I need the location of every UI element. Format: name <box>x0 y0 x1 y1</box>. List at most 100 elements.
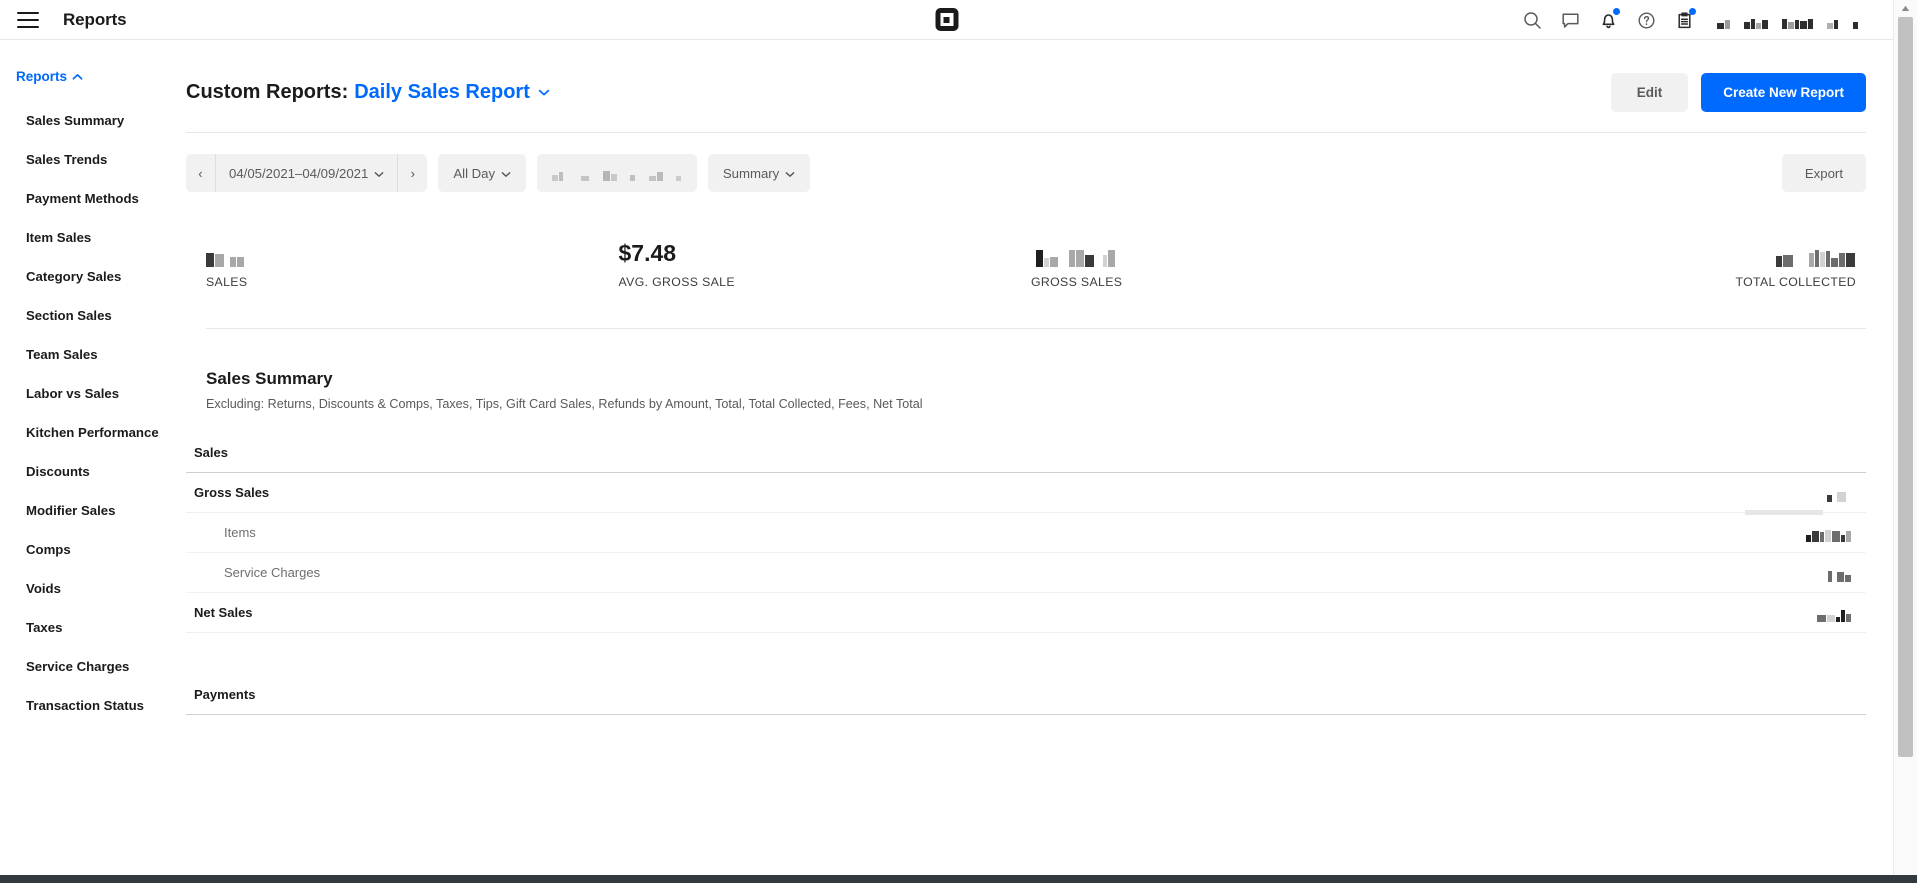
sidebar-item-list: Sales Summary Sales Trends Payment Methods… <box>0 101 186 725</box>
sidebar-item-label: Discounts <box>26 464 90 479</box>
redaction-blocks <box>552 166 682 181</box>
previous-date-range-button[interactable]: ‹ <box>186 154 215 192</box>
sales-summary-title: Sales Summary <box>206 369 333 388</box>
kpi-avg-gross-sale: $7.48 AVG. GROSS SALE <box>619 240 1032 289</box>
table-row[interactable]: Gross Sales <box>186 473 1866 515</box>
filter-toolbar: ‹ 04/05/2021–04/09/2021 › All Day Summar… <box>186 133 1893 192</box>
sidebar-item-sales-trends[interactable]: Sales Trends <box>0 140 186 179</box>
sidebar-section-reports[interactable]: Reports <box>0 69 186 84</box>
page-title-prefix: Custom Reports: <box>186 80 349 103</box>
sidebar-item-label: Modifier Sales <box>26 503 116 518</box>
kpi-label: AVG. GROSS SALE <box>618 275 735 289</box>
sidebar-item-kitchen-performance[interactable]: Kitchen Performance <box>0 413 186 452</box>
kpi-value <box>1444 240 1857 267</box>
date-range-selector[interactable]: 04/05/2021–04/09/2021 <box>215 154 399 192</box>
clipboard-icon[interactable] <box>1665 1 1703 39</box>
table-row-value <box>1828 564 1866 582</box>
sidebar-item-item-sales[interactable]: Item Sales <box>0 218 186 257</box>
sidebar-item-labor-vs-sales[interactable]: Labor vs Sales <box>0 374 186 413</box>
sidebar-item-voids[interactable]: Voids <box>0 569 186 608</box>
kpi-value <box>206 240 619 267</box>
create-new-report-button[interactable]: Create New Report <box>1701 72 1866 112</box>
kpi-value <box>1031 240 1444 267</box>
account-name-redacted[interactable] <box>1717 11 1859 29</box>
sidebar-item-payment-methods[interactable]: Payment Methods <box>0 179 186 218</box>
redaction-blocks <box>1817 604 1852 622</box>
kpi-label: SALES <box>206 275 248 289</box>
page-title: Custom Reports: Daily Sales Report <box>186 81 550 104</box>
table-row[interactable]: Sales <box>186 433 1866 473</box>
scrollbar-thumb[interactable] <box>1898 17 1913 757</box>
sidebar-item-category-sales[interactable]: Category Sales <box>0 257 186 296</box>
next-date-range-button[interactable]: › <box>398 154 427 192</box>
redaction-blocks <box>1717 11 1859 29</box>
table-row-label: Gross Sales <box>194 485 270 500</box>
sidebar-item-comps[interactable]: Comps <box>0 530 186 569</box>
kpi-gross-sales: GROSS SALES <box>1031 240 1444 289</box>
chevron-down-icon <box>785 166 795 181</box>
time-of-day-value: All Day <box>453 165 496 181</box>
top-bar-actions <box>1513 0 1893 40</box>
square-logo <box>935 8 958 31</box>
redaction-blocks <box>1776 240 1856 267</box>
table-row-spacer <box>186 633 1866 675</box>
help-circle-icon[interactable] <box>1627 1 1665 39</box>
table-row-label: Sales <box>194 445 228 460</box>
report-name-link[interactable]: Daily Sales Report <box>354 81 530 104</box>
sidebar-item-label: Labor vs Sales <box>26 386 120 401</box>
table-row[interactable]: Service Charges <box>186 553 1866 593</box>
message-icon[interactable] <box>1551 1 1589 39</box>
sales-summary-table: Sales Gross Sales Items Service Charges Net … <box>186 433 1866 715</box>
chevron-down-icon <box>374 166 384 181</box>
sidebar-item-label: Team Sales <box>26 347 98 362</box>
sidebar-item-label: Sales Summary <box>26 113 125 128</box>
hamburger-menu-icon[interactable] <box>17 11 39 28</box>
view-mode-value: Summary <box>722 165 780 181</box>
redaction-blocks <box>206 240 245 267</box>
sidebar-item-section-sales[interactable]: Section Sales <box>0 296 186 335</box>
edit-button[interactable]: Edit <box>1610 72 1689 112</box>
redaction-blocks <box>1828 564 1852 582</box>
table-row[interactable]: Items <box>186 513 1866 553</box>
sales-summary-header: Sales Summary Excluding: Returns, Discou… <box>186 329 1893 411</box>
view-mode-filter[interactable]: Summary <box>707 154 811 192</box>
export-button[interactable]: Export <box>1781 154 1866 192</box>
sidebar-item-service-charges[interactable]: Service Charges <box>0 647 186 686</box>
bell-icon[interactable] <box>1589 1 1627 39</box>
table-row[interactable]: Net Sales <box>186 593 1866 633</box>
redaction-blocks <box>1031 240 1116 267</box>
redaction-blocks <box>1806 524 1852 542</box>
sidebar-item-label: Comps <box>26 542 71 557</box>
sidebar-item-modifier-sales[interactable]: Modifier Sales <box>0 491 186 530</box>
sidebar-navigation: Reports Sales Summary Sales Trends Payment… <box>0 41 186 875</box>
kpi-total-collected: TOTAL COLLECTED <box>1444 240 1867 289</box>
table-row-label: Net Sales <box>194 605 253 620</box>
scroll-up-arrow-icon[interactable] <box>1894 0 1917 17</box>
search-icon[interactable] <box>1513 1 1551 39</box>
date-range-value: 04/05/2021–04/09/2021 <box>229 165 369 181</box>
sidebar-section-label: Reports <box>16 69 68 84</box>
date-range-control: ‹ 04/05/2021–04/09/2021 › <box>186 154 428 192</box>
bottom-bar <box>0 875 1917 883</box>
sidebar-item-label: Sales Trends <box>26 152 108 167</box>
sidebar-item-discounts[interactable]: Discounts <box>0 452 186 491</box>
chevron-down-icon[interactable] <box>538 88 550 97</box>
vertical-scrollbar[interactable] <box>1893 0 1917 875</box>
table-row-value <box>1817 604 1866 622</box>
sidebar-item-label: Section Sales <box>26 308 112 323</box>
sidebar-item-taxes[interactable]: Taxes <box>0 608 186 647</box>
table-row[interactable]: Payments <box>186 675 1866 715</box>
sidebar-item-label: Payment Methods <box>26 191 139 206</box>
sidebar-item-label: Transaction Status <box>26 698 144 713</box>
sidebar-item-transaction-status[interactable]: Transaction Status <box>0 686 186 725</box>
kpi-label: GROSS SALES <box>1031 275 1123 289</box>
sidebar-item-team-sales[interactable]: Team Sales <box>0 335 186 374</box>
table-row-label: Service Charges <box>224 565 321 580</box>
sidebar-item-label: Kitchen Performance <box>26 425 159 440</box>
bell-notification-badge <box>1613 8 1621 15</box>
sidebar-item-sales-summary[interactable]: Sales Summary <box>0 101 186 140</box>
time-of-day-filter[interactable]: All Day <box>438 154 527 192</box>
location-filter-redacted[interactable] <box>537 154 697 192</box>
table-row-label: Items <box>224 525 256 540</box>
table-row-value <box>1820 484 1866 502</box>
